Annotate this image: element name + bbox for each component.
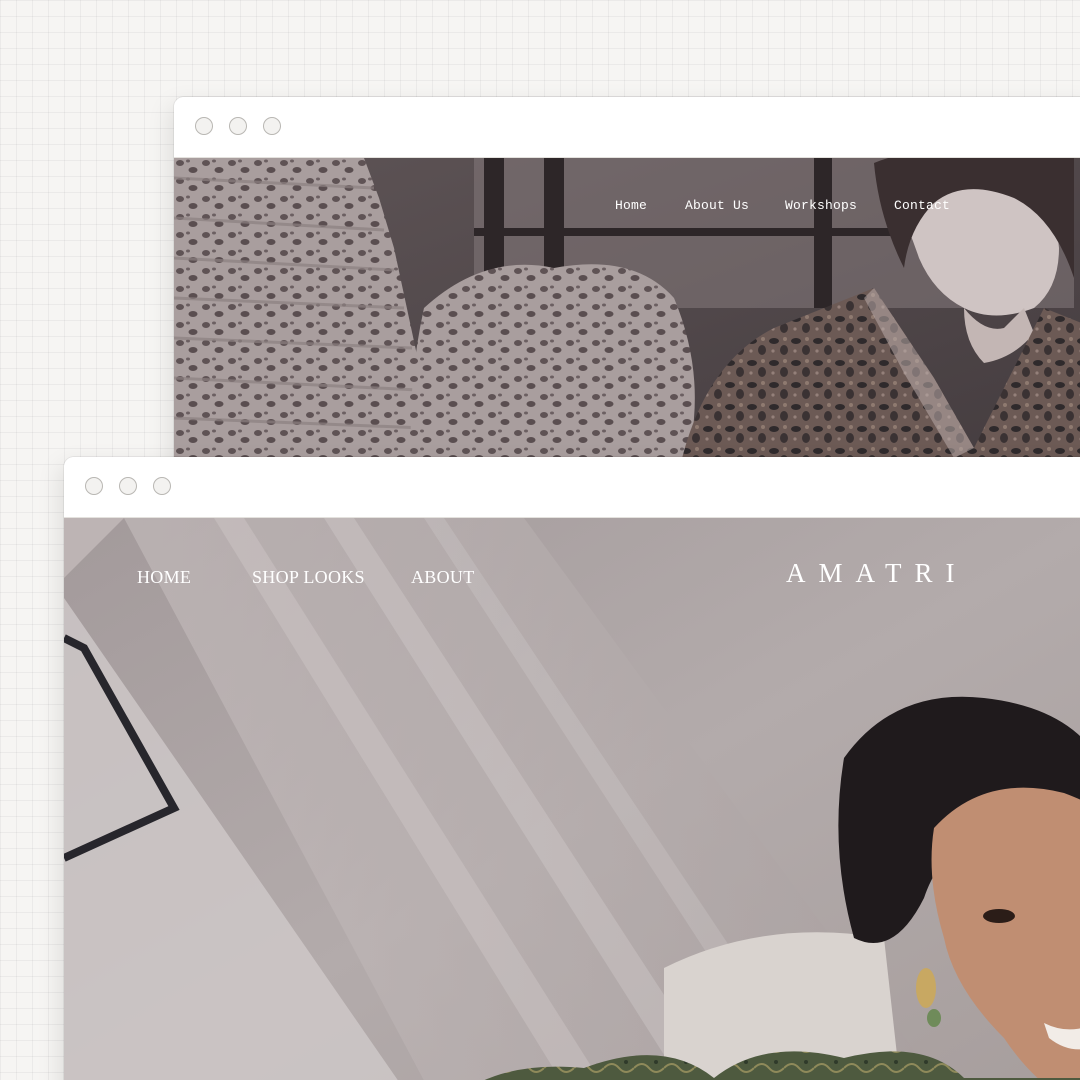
nav-link-home[interactable]: Home xyxy=(615,198,647,213)
browser-window-amatri: HOME SHOP LOOKS ABOUT AMATRI xyxy=(64,457,1080,1080)
window-dot-icon[interactable] xyxy=(195,117,213,135)
window-dot-icon[interactable] xyxy=(119,477,137,495)
hero-photo-amatri xyxy=(64,518,1080,1080)
nav-link-shop-looks[interactable]: SHOP LOOKS xyxy=(252,567,365,588)
amatri-hero: HOME SHOP LOOKS ABOUT AMATRI xyxy=(64,518,1080,1080)
window-titlebar xyxy=(64,457,1080,518)
nav-link-workshops[interactable]: Workshops xyxy=(785,198,857,213)
window-dot-icon[interactable] xyxy=(229,117,247,135)
window-dot-icon[interactable] xyxy=(85,477,103,495)
browser-window-workshop: Home About Us Workshops Contact xyxy=(174,97,1080,497)
nav-link-home[interactable]: HOME xyxy=(137,567,191,588)
nav-link-about[interactable]: ABOUT xyxy=(411,567,475,588)
window-titlebar xyxy=(174,97,1080,158)
nav-link-contact[interactable]: Contact xyxy=(894,198,950,213)
window-dot-icon[interactable] xyxy=(263,117,281,135)
workshop-hero: Home About Us Workshops Contact xyxy=(174,158,1080,497)
brand-logo[interactable]: AMATRI xyxy=(786,558,968,589)
window-dot-icon[interactable] xyxy=(153,477,171,495)
nav-link-about-us[interactable]: About Us xyxy=(685,198,749,213)
